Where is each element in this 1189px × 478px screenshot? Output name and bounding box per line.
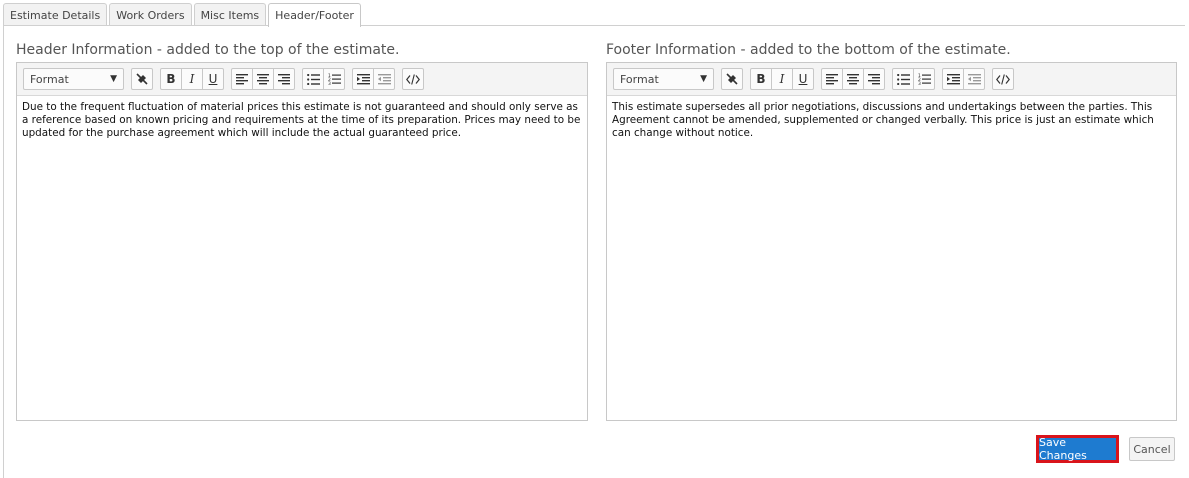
underline-button[interactable]: U: [202, 68, 224, 90]
header-information-title: Header Information - added to the top of…: [16, 42, 400, 58]
align-left-button[interactable]: [231, 68, 253, 90]
numbered-list-button[interactable]: 123: [323, 68, 345, 90]
bullet-list-icon: [896, 73, 910, 85]
underline-button[interactable]: U: [792, 68, 814, 90]
italic-icon: I: [779, 72, 785, 86]
clear-group: [131, 68, 153, 90]
align-left-icon: [236, 73, 248, 85]
align-group: [231, 68, 295, 90]
header-editor-toolbar: Format ▼ B I U 1 2 3: [17, 63, 587, 96]
code-group: [402, 68, 424, 90]
bullet-list-button[interactable]: [892, 68, 914, 90]
text-style-group: B I U: [750, 68, 814, 90]
header-editor-content[interactable]: Due to the frequent fluctuation of mater…: [17, 96, 587, 140]
numbered-list-icon: 123: [918, 73, 931, 85]
italic-icon: I: [189, 72, 195, 86]
format-dropdown[interactable]: Format ▼: [23, 68, 124, 90]
tab-header-footer[interactable]: Header/Footer: [268, 3, 361, 27]
indent-icon: [356, 73, 370, 85]
align-right-icon: [278, 73, 290, 85]
outdent-icon: [967, 73, 981, 85]
indent-group: [942, 68, 985, 90]
chevron-down-icon: ▼: [110, 74, 117, 84]
align-right-icon: [868, 73, 880, 85]
tab-work-orders[interactable]: Work Orders: [109, 3, 192, 26]
chevron-down-icon: ▼: [700, 74, 707, 84]
code-view-button[interactable]: [402, 68, 424, 90]
content-frame-border: [3, 26, 4, 478]
underline-icon: U: [208, 72, 218, 86]
bold-button[interactable]: B: [160, 68, 182, 90]
align-left-button[interactable]: [821, 68, 843, 90]
footer-information-pane: Footer Information - added to the bottom…: [606, 40, 1177, 421]
italic-button[interactable]: I: [181, 68, 203, 90]
clear-formatting-icon: [135, 72, 149, 86]
bullet-list-icon: [306, 73, 320, 85]
footer-editor: Format ▼ B I U 1 2 3 This estimate super…: [606, 62, 1177, 421]
footer-editor-toolbar: Format ▼ B I U 1 2 3: [607, 63, 1176, 96]
clear-formatting-icon: [725, 72, 739, 86]
align-left-icon: [826, 73, 838, 85]
indent-button[interactable]: [352, 68, 374, 90]
bold-icon: B: [166, 72, 176, 86]
underline-icon: U: [798, 72, 808, 86]
tab-misc-items[interactable]: Misc Items: [193, 3, 267, 26]
outdent-button[interactable]: [963, 68, 985, 90]
clear-formatting-button[interactable]: [131, 68, 153, 90]
align-center-button[interactable]: [842, 68, 864, 90]
tab-estimate-details[interactable]: Estimate Details: [3, 3, 108, 26]
format-dropdown-label: Format: [620, 72, 659, 86]
align-center-button[interactable]: [252, 68, 274, 90]
align-center-icon: [847, 73, 859, 85]
bullet-list-button[interactable]: [302, 68, 324, 90]
cancel-button[interactable]: Cancel: [1129, 437, 1175, 461]
bold-button[interactable]: B: [750, 68, 772, 90]
code-view-icon: [406, 73, 420, 85]
code-view-button[interactable]: [992, 68, 1014, 90]
tab-divider: [3, 25, 1185, 26]
bold-icon: B: [756, 72, 766, 86]
format-dropdown[interactable]: Format ▼: [613, 68, 714, 90]
code-view-icon: [996, 73, 1010, 85]
outdent-icon: [377, 73, 391, 85]
indent-button[interactable]: [942, 68, 964, 90]
code-group: [992, 68, 1014, 90]
list-group: 123: [892, 68, 935, 90]
italic-button[interactable]: I: [771, 68, 793, 90]
indent-group: [352, 68, 395, 90]
text-style-group: B I U: [160, 68, 224, 90]
footer-editor-content[interactable]: This estimate supersedes all prior negot…: [607, 96, 1176, 140]
align-right-button[interactable]: [863, 68, 885, 90]
clear-formatting-button[interactable]: [721, 68, 743, 90]
list-group: 123: [302, 68, 345, 90]
header-editor: Format ▼ B I U 1 2 3 Due to the frequent…: [16, 62, 588, 421]
save-changes-button[interactable]: Save Changes: [1036, 435, 1119, 463]
svg-text:3: 3: [918, 81, 921, 85]
clear-group: [721, 68, 743, 90]
tab-bar: Estimate Details Work Orders Misc Items …: [3, 3, 363, 27]
align-group: [821, 68, 885, 90]
align-center-icon: [257, 73, 269, 85]
outdent-button[interactable]: [373, 68, 395, 90]
header-information-pane: Header Information - added to the top of…: [16, 40, 588, 421]
indent-icon: [946, 73, 960, 85]
svg-text:3: 3: [328, 81, 331, 85]
numbered-list-button[interactable]: 123: [913, 68, 935, 90]
format-dropdown-label: Format: [30, 72, 69, 86]
numbered-list-icon: 123: [328, 73, 341, 85]
footer-information-title: Footer Information - added to the bottom…: [606, 42, 1011, 58]
align-right-button[interactable]: [273, 68, 295, 90]
